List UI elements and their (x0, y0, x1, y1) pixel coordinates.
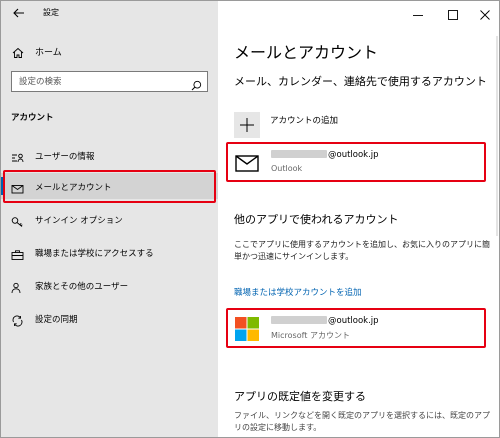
user-info-icon (11, 149, 24, 163)
account-email: @outlook.jp (271, 316, 379, 326)
microsoft-logo-icon (234, 316, 260, 342)
account-email: @outlook.jp (271, 150, 379, 160)
redacted-email-mask (271, 150, 327, 158)
sync-icon (11, 312, 24, 327)
page-title: メールとアカウント (234, 43, 379, 62)
briefcase-icon (11, 246, 24, 260)
maximize-icon[interactable] (446, 7, 460, 21)
other-apps-heading: 他のアプリで使われるアカウント (234, 213, 399, 226)
sidebar-item-label: ホーム (35, 48, 62, 58)
minimize-icon[interactable] (411, 7, 425, 21)
home-icon (12, 44, 24, 58)
settings-window: 設定 ホーム アカウント ユーザーの情報 メールとアカウント (0, 0, 500, 438)
add-account-button[interactable]: アカウントの追加 (234, 112, 474, 138)
scrollbar[interactable] (495, 36, 499, 236)
sidebar-item-label: 家族とその他のユーザー (35, 282, 129, 292)
app-defaults-description: ファイル、リンクなどを開く既定のアプリを選択するには、既定のアプリの設定に移動し… (234, 411, 490, 432)
microsoft-account-item[interactable]: @outlook.jp Microsoft アカウント (226, 308, 486, 348)
sidebar-item-user-info[interactable]: ユーザーの情報 (1, 142, 218, 168)
search-input[interactable] (12, 72, 187, 91)
envelope-icon (234, 150, 260, 176)
sidebar-item-label: 設定の同期 (35, 315, 78, 325)
sidebar-item-label: ユーザーの情報 (35, 152, 95, 162)
sidebar-item-home[interactable]: ホーム (1, 41, 218, 61)
people-icon (11, 279, 24, 294)
close-icon[interactable] (478, 7, 492, 21)
app-title: 設定 (43, 8, 59, 17)
email-section-heading: メール、カレンダー、連絡先で使用するアカウント (234, 75, 487, 88)
add-account-label: アカウントの追加 (270, 116, 339, 126)
sidebar-item-sync-settings[interactable]: 設定の同期 (1, 305, 218, 331)
sidebar: 設定 ホーム アカウント ユーザーの情報 メールとアカウント (1, 1, 218, 437)
highlight-box-nav (3, 170, 216, 203)
search-icon[interactable] (191, 76, 202, 91)
titlebar: 設定 (1, 1, 218, 27)
back-arrow-icon[interactable] (11, 5, 27, 21)
search-box[interactable] (11, 71, 208, 92)
section-label: アカウント (11, 113, 54, 123)
app-defaults-heading: アプリの既定値を変更する (234, 390, 366, 403)
sidebar-item-sign-in-options[interactable]: サインイン オプション (1, 206, 218, 232)
outlook-account-item[interactable]: @outlook.jp Outlook (226, 142, 486, 182)
account-type: Outlook (271, 164, 303, 173)
sidebar-item-work-school[interactable]: 職場または学校にアクセスする (1, 239, 218, 265)
other-apps-description: ここでアプリに使用するアカウントを追加し、お気に入りのアプリに簡単かつ迅速にサイ… (234, 240, 490, 261)
add-work-account-link[interactable]: 職場または学校アカウントを追加 (234, 286, 362, 298)
redacted-email-mask (271, 316, 327, 324)
sidebar-item-family-users[interactable]: 家族とその他のユーザー (1, 272, 218, 298)
sidebar-item-label: 職場または学校にアクセスする (35, 249, 154, 259)
main-content: メールとアカウント メール、カレンダー、連絡先で使用するアカウント アカウントの… (218, 1, 499, 437)
key-icon (11, 213, 24, 227)
account-type: Microsoft アカウント (271, 331, 350, 340)
plus-icon (234, 112, 260, 138)
sidebar-item-label: サインイン オプション (35, 216, 123, 226)
